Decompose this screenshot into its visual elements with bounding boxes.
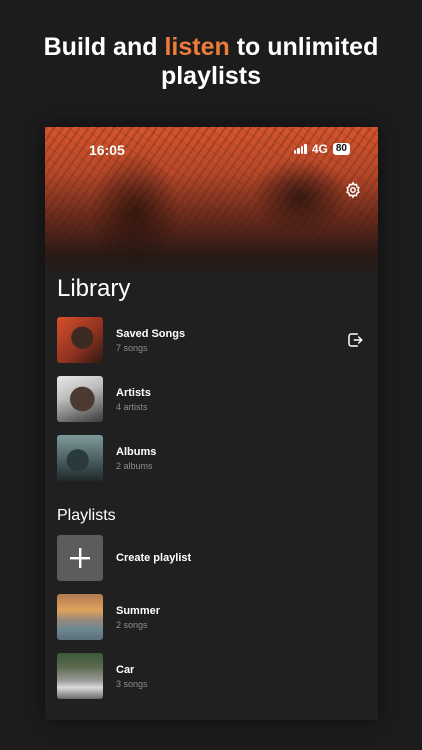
item-count: 2 albums	[116, 460, 153, 471]
item-name: Saved Songs	[116, 327, 186, 340]
status-indicators: 4G 80	[293, 142, 350, 156]
create-playlist-thumb	[57, 535, 103, 581]
headline-part1: Build and	[43, 33, 165, 61]
status-time: 16:05	[89, 142, 125, 158]
phone-screen: 16:05 4G 80 Library Saved Songs 7 songs …	[45, 127, 378, 720]
headline-part2: to unlimited	[229, 33, 379, 61]
headline-line2: playlists	[160, 62, 262, 90]
item-name: Summer	[116, 604, 161, 617]
artists-cover	[57, 376, 103, 422]
exit-icon[interactable]	[346, 331, 364, 349]
network-label: 4G	[311, 142, 328, 156]
item-count: 2 songs	[116, 619, 148, 630]
signal-icon	[293, 144, 307, 154]
playlist-item-car[interactable]: Car 3 songs	[57, 653, 367, 699]
summer-cover	[57, 594, 103, 640]
library-item-artists[interactable]: Artists 4 artists	[57, 376, 367, 422]
battery-icon: 80	[332, 143, 350, 155]
plus-icon	[70, 548, 90, 568]
albums-cover	[57, 435, 103, 481]
headline-accent: listen	[164, 33, 230, 61]
item-name: Artists	[116, 386, 151, 399]
playlists-title: Playlists	[57, 507, 116, 524]
promo-headline: Build and listen to unlimited playlists	[0, 33, 422, 91]
create-playlist-button[interactable]: Create playlist	[57, 535, 367, 581]
gear-icon[interactable]	[344, 181, 362, 199]
item-name: Car	[116, 663, 135, 676]
item-count: 4 artists	[116, 401, 148, 412]
playlist-item-summer[interactable]: Summer 2 songs	[57, 594, 367, 640]
library-title: Library	[57, 275, 131, 302]
promo-headline-line1: Build and listen to unlimited	[0, 33, 422, 62]
library-item-saved-songs[interactable]: Saved Songs 7 songs	[57, 317, 367, 363]
car-cover	[57, 653, 103, 699]
item-count: 3 songs	[116, 678, 148, 689]
item-count: 7 songs	[116, 342, 148, 353]
create-playlist-label: Create playlist	[116, 552, 192, 564]
item-name: Albums	[116, 445, 157, 458]
library-item-albums[interactable]: Albums 2 albums	[57, 435, 367, 481]
saved-songs-cover	[57, 317, 103, 363]
